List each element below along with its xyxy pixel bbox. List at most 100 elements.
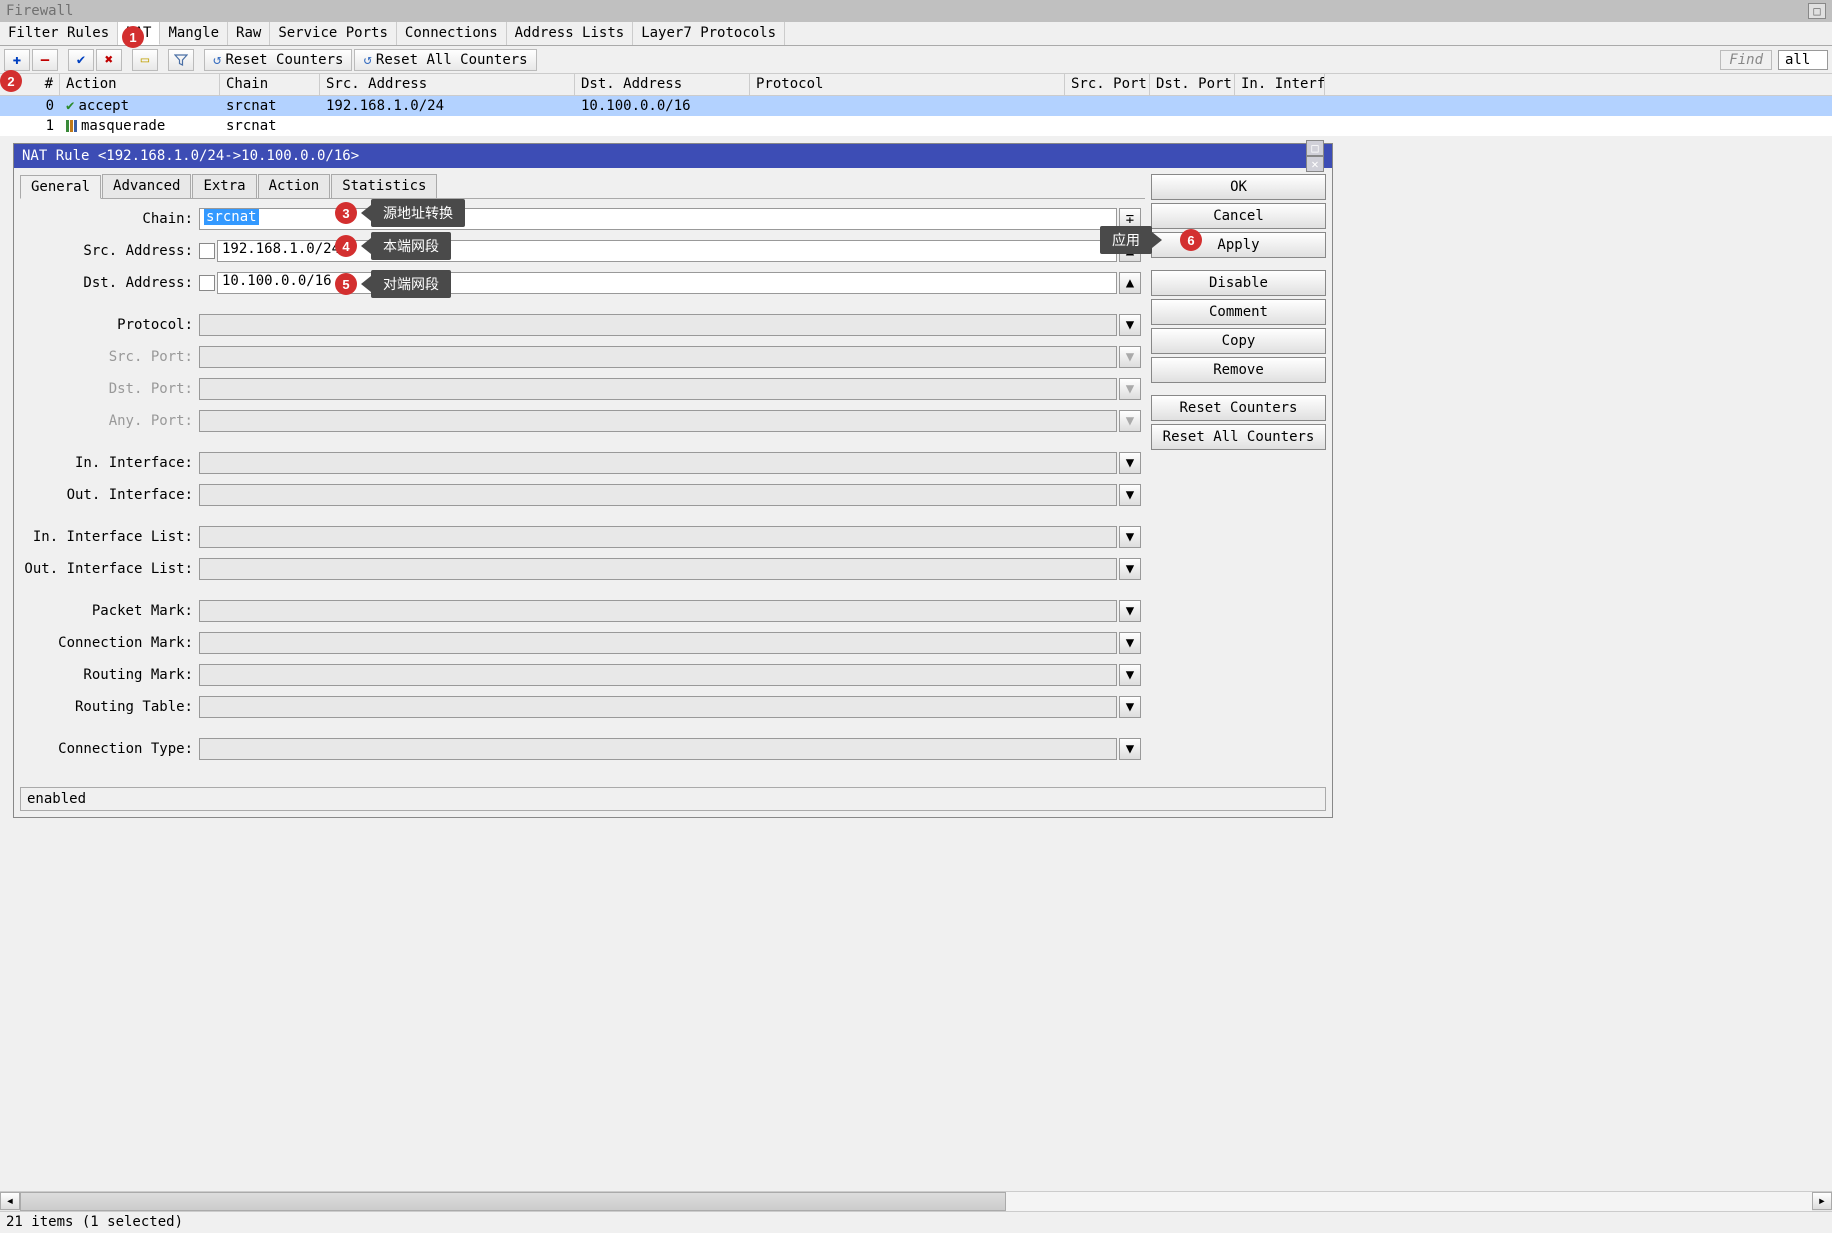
src-address-input[interactable]: 192.168.1.0/24 (217, 240, 1117, 262)
routing-mark-input[interactable] (199, 664, 1117, 686)
tab-address-lists[interactable]: Address Lists (507, 22, 634, 45)
tab-raw[interactable]: Raw (228, 22, 270, 45)
filter-select[interactable]: all (1778, 50, 1828, 70)
out-interface-expand-icon[interactable]: ▼ (1119, 484, 1141, 506)
dst-address-expand-icon[interactable]: ▲ (1119, 272, 1141, 294)
packet-mark-label: Packet Mark: (24, 603, 199, 619)
connection-mark-input[interactable] (199, 632, 1117, 654)
reset-all-counters-button[interactable]: ↺ Reset All Counters (354, 49, 536, 71)
connection-type-label: Connection Type: (24, 741, 199, 757)
reset-counters-button[interactable]: Reset Counters (1151, 395, 1326, 421)
dst-port-expand-icon: ▼ (1119, 378, 1141, 400)
remove-button[interactable]: — (32, 49, 58, 71)
chain-dropdown-icon[interactable]: ∓ (1119, 208, 1141, 230)
masquerade-icon (66, 120, 77, 132)
dialog-titlebar[interactable]: NAT Rule <192.168.1.0/24->10.100.0.0/16>… (14, 144, 1332, 168)
col-action[interactable]: Action (60, 74, 220, 95)
tab-mangle[interactable]: Mangle (160, 22, 228, 45)
col-src-address[interactable]: Src. Address (320, 74, 575, 95)
table-body: 0 ✔ accept srcnat 192.168.1.0/24 10.100.… (0, 96, 1832, 136)
out-interface-input[interactable] (199, 484, 1117, 506)
chain-input[interactable]: srcnat (199, 208, 1117, 230)
any-port-label: Any. Port: (24, 413, 199, 429)
src-port-expand-icon: ▼ (1119, 346, 1141, 368)
tab-action[interactable]: Action (258, 174, 331, 198)
routing-table-expand-icon[interactable]: ▼ (1119, 696, 1141, 718)
in-interface-list-expand-icon[interactable]: ▼ (1119, 526, 1141, 548)
dst-address-label: Dst. Address: (24, 275, 199, 291)
tab-statistics[interactable]: Statistics (331, 174, 437, 198)
table-header: # Action Chain Src. Address Dst. Address… (0, 74, 1832, 96)
window-titlebar: Firewall □ (0, 0, 1832, 22)
in-interface-input[interactable] (199, 452, 1117, 474)
tab-extra[interactable]: Extra (192, 174, 256, 198)
scroll-left-icon[interactable]: ◂ (0, 1192, 20, 1210)
tab-filter-rules[interactable]: Filter Rules (0, 22, 118, 45)
remove-button[interactable]: Remove (1151, 357, 1326, 383)
in-interface-list-input[interactable] (199, 526, 1117, 548)
dialog-maximize-icon[interactable]: □ (1306, 140, 1324, 156)
dst-address-input[interactable]: 10.100.0.0/16 (217, 272, 1117, 294)
tab-service-ports[interactable]: Service Ports (270, 22, 397, 45)
scroll-right-icon[interactable]: ▸ (1812, 1192, 1832, 1210)
find-button[interactable]: Find (1720, 50, 1772, 70)
reset-counters-button[interactable]: ↺ Reset Counters (204, 49, 352, 71)
protocol-input[interactable] (199, 314, 1117, 336)
packet-mark-expand-icon[interactable]: ▼ (1119, 600, 1141, 622)
scroll-track[interactable] (20, 1192, 1812, 1211)
add-button[interactable]: ✚ (4, 49, 30, 71)
connection-type-expand-icon[interactable]: ▼ (1119, 738, 1141, 760)
col-index[interactable]: # (0, 74, 60, 95)
status-bar: 21 items (1 selected) (0, 1211, 1832, 1233)
src-address-expand-icon[interactable]: ▲ (1119, 240, 1141, 262)
col-chain[interactable]: Chain (220, 74, 320, 95)
in-interface-expand-icon[interactable]: ▼ (1119, 452, 1141, 474)
out-interface-list-input[interactable] (199, 558, 1117, 580)
routing-mark-label: Routing Mark: (24, 667, 199, 683)
cancel-button[interactable]: Cancel (1151, 203, 1326, 229)
connection-mark-expand-icon[interactable]: ▼ (1119, 632, 1141, 654)
accept-icon: ✔ (66, 98, 74, 114)
apply-button[interactable]: Apply (1151, 232, 1326, 258)
disable-button[interactable]: ✖ (96, 49, 122, 71)
out-interface-list-expand-icon[interactable]: ▼ (1119, 558, 1141, 580)
ok-button[interactable]: OK (1151, 174, 1326, 200)
col-src-port[interactable]: Src. Port (1065, 74, 1150, 95)
tab-layer7[interactable]: Layer7 Protocols (633, 22, 785, 45)
filter-icon[interactable] (168, 49, 194, 71)
comment-button[interactable]: ▭ (132, 49, 158, 71)
protocol-expand-icon[interactable]: ▼ (1119, 314, 1141, 336)
copy-button[interactable]: Copy (1151, 328, 1326, 354)
tab-connections[interactable]: Connections (397, 22, 507, 45)
table-row[interactable]: 0 ✔ accept srcnat 192.168.1.0/24 10.100.… (0, 96, 1832, 116)
tab-advanced[interactable]: Advanced (102, 174, 191, 198)
maximize-icon[interactable]: □ (1808, 3, 1826, 19)
src-port-label: Src. Port: (24, 349, 199, 365)
connection-mark-label: Connection Mark: (24, 635, 199, 651)
nat-rule-dialog: NAT Rule <192.168.1.0/24->10.100.0.0/16>… (13, 143, 1333, 818)
cell-index: 1 (0, 118, 60, 134)
src-address-label: Src. Address: (24, 243, 199, 259)
scroll-thumb[interactable] (20, 1192, 1006, 1211)
col-dst-port[interactable]: Dst. Port (1150, 74, 1235, 95)
routing-mark-expand-icon[interactable]: ▼ (1119, 664, 1141, 686)
reset-all-counters-button[interactable]: Reset All Counters (1151, 424, 1326, 450)
horizontal-scrollbar[interactable]: ◂ ▸ (0, 1191, 1832, 1211)
tab-nat[interactable]: NAT (118, 22, 160, 45)
col-dst-address[interactable]: Dst. Address (575, 74, 750, 95)
col-in-interface[interactable]: In. Interfa (1235, 74, 1325, 95)
tab-general[interactable]: General (20, 175, 101, 199)
dst-address-invert[interactable] (199, 275, 215, 291)
dialog-close-icon[interactable]: ✕ (1306, 156, 1324, 172)
packet-mark-input[interactable] (199, 600, 1117, 622)
disable-button[interactable]: Disable (1151, 270, 1326, 296)
connection-type-input[interactable] (199, 738, 1117, 760)
table-row[interactable]: 1 masquerade srcnat (0, 116, 1832, 136)
cell-src: 192.168.1.0/24 (320, 98, 575, 114)
src-address-invert[interactable] (199, 243, 215, 259)
cell-chain: srcnat (220, 118, 320, 134)
enable-button[interactable]: ✔ (68, 49, 94, 71)
routing-table-input[interactable] (199, 696, 1117, 718)
comment-button[interactable]: Comment (1151, 299, 1326, 325)
col-protocol[interactable]: Protocol (750, 74, 1065, 95)
